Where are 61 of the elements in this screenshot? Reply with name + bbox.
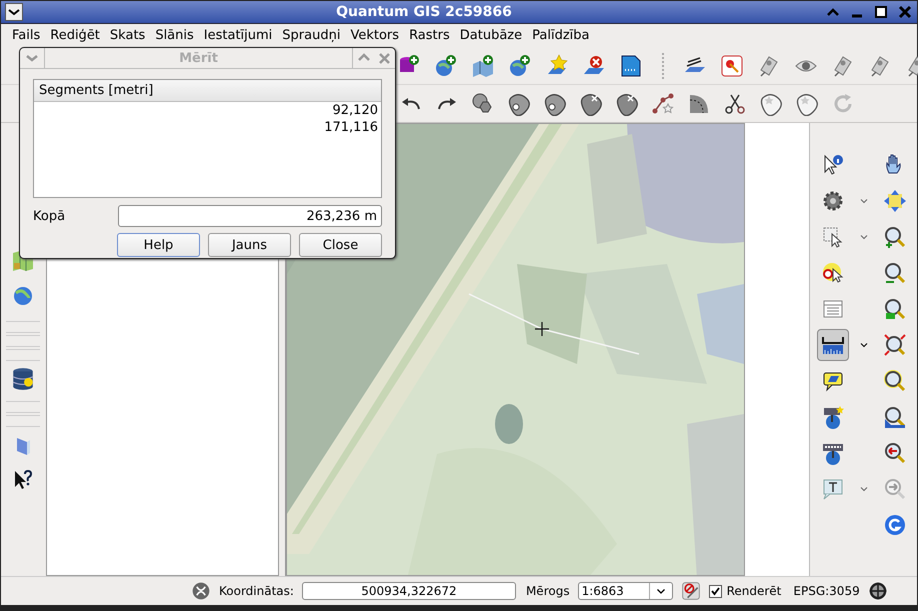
dialog-button[interactable]: Help <box>117 233 200 257</box>
scale-combo[interactable]: 1:6863 <box>578 582 673 600</box>
menu-item[interactable]: Slānis <box>150 26 199 45</box>
polygon-icon[interactable] <box>543 92 567 116</box>
dialog-button[interactable]: Jauns <box>208 233 291 257</box>
zoom-last-icon[interactable] <box>883 405 907 429</box>
menu-item[interactable]: Spraudņi <box>277 26 346 45</box>
polygon-icon[interactable] <box>507 92 531 116</box>
total-field[interactable]: 263,236 m <box>118 205 382 227</box>
menu-item[interactable]: Fails <box>7 26 46 45</box>
menu-item[interactable]: Skats <box>104 26 150 45</box>
dialog-button[interactable]: Close <box>299 233 382 257</box>
toolbar-grip[interactable] <box>6 335 40 347</box>
globe-plus-icon[interactable] <box>508 54 532 78</box>
menu-item[interactable]: Vektors <box>345 26 404 45</box>
maximize-icon[interactable] <box>873 4 889 20</box>
toolbar-grip[interactable] <box>6 401 40 413</box>
polygon-delete-icon[interactable] <box>615 92 639 116</box>
menu-item[interactable]: Palīdzība <box>527 26 594 45</box>
globe-plus-icon[interactable] <box>434 54 458 78</box>
menu-item[interactable]: Rediģēt <box>45 26 105 45</box>
location-icon[interactable] <box>191 581 211 601</box>
zoom-out-icon[interactable] <box>883 261 907 285</box>
render-label: Renderēt <box>726 584 782 598</box>
stop-render-icon[interactable] <box>680 581 701 601</box>
nodes-icon[interactable] <box>651 92 675 116</box>
dialog-title: Mērīt <box>178 50 219 66</box>
polygon-star-icon[interactable] <box>759 92 783 116</box>
zoom-layer-icon[interactable] <box>883 369 907 393</box>
toolbar-grip[interactable] <box>6 349 40 361</box>
column-header[interactable]: Segments [metri] <box>34 80 381 102</box>
zoom-in-icon[interactable] <box>883 225 907 249</box>
total-label: Kopā <box>33 208 66 224</box>
crs-globe-icon[interactable] <box>868 581 888 601</box>
coordinates-label: Koordinātas: <box>219 584 294 598</box>
toolbar-grip[interactable] <box>6 321 40 333</box>
map-plus-icon[interactable] <box>471 54 495 78</box>
window-menu-icon[interactable] <box>5 3 23 21</box>
zoom-next-icon[interactable] <box>883 477 907 501</box>
scale-label: Mērogs <box>526 584 570 598</box>
menu-item[interactable]: Rastrs <box>404 26 455 45</box>
polygon-delete-icon[interactable] <box>579 92 603 116</box>
zoom-back-icon[interactable] <box>883 441 907 465</box>
menu-item[interactable]: Datubāze <box>454 26 528 45</box>
zoom-full-icon[interactable] <box>883 333 907 357</box>
toolbar-grip[interactable] <box>6 415 40 427</box>
pan-arrows-icon[interactable] <box>883 189 907 213</box>
gps-icon[interactable] <box>883 513 907 537</box>
table-cell-text: 171,116 <box>323 119 379 136</box>
crosshair-cursor-icon <box>534 321 550 337</box>
render-checkbox[interactable] <box>708 584 722 598</box>
table-cell-text: 92,120 <box>332 102 379 119</box>
document-icon[interactable] <box>619 54 643 78</box>
window-title: Quantum GIS 2c59866 <box>335 4 513 20</box>
close-icon[interactable] <box>897 4 913 20</box>
crs-label[interactable]: EPSG:3059 <box>793 584 860 598</box>
coordinates-field[interactable]: 500934,322672 <box>302 582 516 600</box>
menu-item[interactable]: Iestatījumi <box>198 26 278 45</box>
zoom-selection-icon[interactable] <box>883 297 907 321</box>
map-pin-icon[interactable] <box>720 54 744 78</box>
polygon-star-icon[interactable] <box>795 92 819 116</box>
